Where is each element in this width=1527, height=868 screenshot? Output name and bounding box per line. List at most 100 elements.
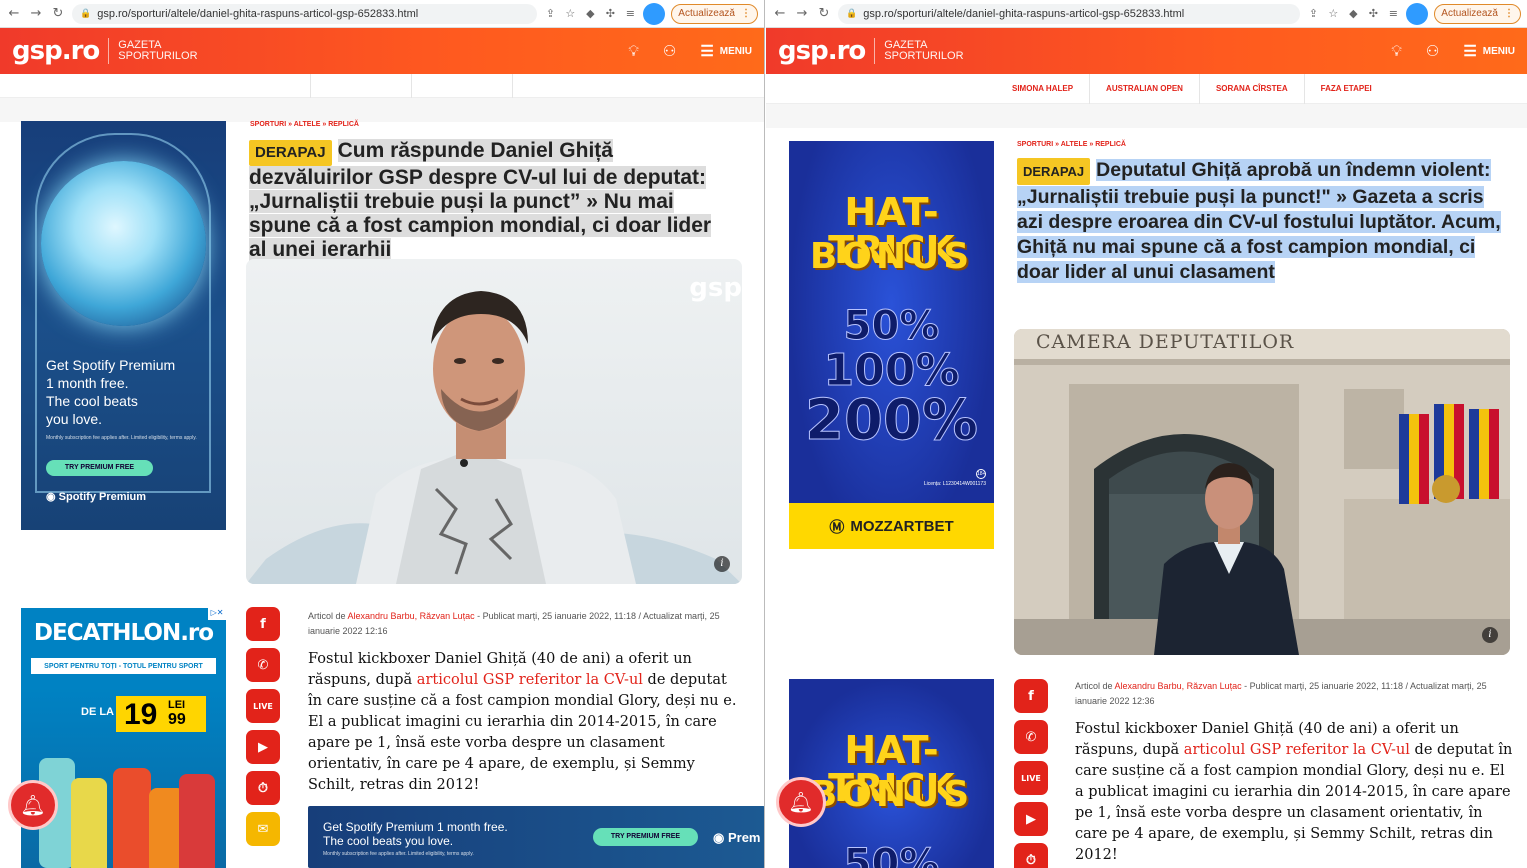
address-bar[interactable]: 🔒 gsp.ro/sporturi/altele/daniel-ghita-ra… — [72, 3, 538, 24]
subnav-item-simona-halep[interactable]: SIMONA HALEP — [996, 73, 1091, 104]
reload-icon[interactable]: ↻ — [816, 6, 832, 21]
breadcrumb-sporturi[interactable]: SPORTURI — [1017, 141, 1053, 148]
profile-avatar[interactable] — [643, 2, 666, 25]
category-tag[interactable]: DERAPAJ — [249, 140, 332, 166]
info-icon[interactable]: i — [1482, 627, 1498, 643]
user-icon[interactable]: ⚇ — [663, 42, 676, 60]
mozzartbet-ad[interactable]: HAT-TRICK BONUS 50% 100% 200% Licența: L… — [789, 141, 994, 549]
back-icon[interactable]: ← — [772, 6, 788, 21]
breadcrumb-altele[interactable]: ALTELE — [294, 121, 321, 128]
menu-button[interactable]: ☰ MENIU — [1463, 42, 1515, 60]
site-logo[interactable]: gsp.ro — [12, 36, 100, 66]
spotify-icon: ◉ — [46, 491, 59, 503]
resistance-band-red — [113, 768, 151, 868]
mozzart-m-icon: Ⓜ — [829, 518, 845, 536]
reading-list-icon[interactable]: ≡ — [623, 7, 637, 21]
url-text: gsp.ro/sporturi/altele/daniel-ghita-rasp… — [863, 7, 1185, 20]
article-meta: Articol de Alexandru Barbu, Răzvan Luțac… — [308, 611, 720, 636]
site-header: gsp.ro GAZETA SPORTURILOR 💡︎ ⚇ ☰ MENIU — [766, 28, 1527, 74]
subnav-item-sorana-cirstea[interactable]: SORANA CÎRSTEA — [1200, 73, 1305, 104]
authors-link[interactable]: Alexandru Barbu, Răzvan Luțac — [348, 611, 475, 621]
try-premium-button[interactable]: TRY PREMIUM FREE — [46, 460, 153, 476]
breadcrumb-replica[interactable]: REPLICĂ — [1095, 141, 1126, 148]
notification-bell-icon[interactable]: 🔔︎ — [8, 780, 58, 830]
extension-icon[interactable]: ◆ — [1346, 7, 1360, 21]
spotify-ad-fineprint: Monthly subscription fee applies after. … — [46, 435, 197, 441]
stopwatch-icon[interactable]: ⏱ — [1014, 843, 1048, 868]
lock-icon: 🔒 — [846, 8, 858, 19]
back-icon[interactable]: ← — [6, 6, 22, 21]
category-tag[interactable]: DERAPAJ — [1017, 158, 1091, 185]
update-button[interactable]: Actualizează ⋮ — [671, 3, 758, 24]
article-body: Fostul kickboxer Daniel Ghiță (40 de ani… — [308, 651, 737, 793]
extension-icon[interactable]: ◆ — [583, 7, 597, 21]
logo-divider — [108, 38, 110, 64]
reading-list-icon[interactable]: ≡ — [1386, 7, 1400, 21]
forward-icon[interactable]: → — [28, 6, 44, 21]
spotify-icon: ◉ — [713, 830, 728, 845]
info-icon[interactable]: i — [714, 556, 730, 572]
puzzle-icon[interactable]: ✣ — [1366, 7, 1380, 21]
article-link[interactable]: articolul GSP referitor la CV-ul — [417, 672, 643, 688]
live-icon[interactable]: LIVE — [1014, 761, 1048, 795]
gsp-watermark: gsp — [689, 273, 742, 303]
photo-parliament-building — [1014, 329, 1510, 655]
article-photo[interactable]: CAMERA DEPUTATILOR i — [1014, 329, 1510, 655]
price-from-label: DE LA — [81, 706, 114, 718]
spotify-ad[interactable]: Get Spotify Premium 1 month free. The co… — [21, 121, 226, 530]
bookmark-star-icon[interactable]: ☆ — [563, 7, 577, 21]
subnav-item-faza-etapei[interactable]: FAZA ETAPEI — [1305, 74, 1388, 104]
article-headline: DERAPAJ Deputatul Ghiță aprobă un îndemn … — [1017, 158, 1501, 285]
building-sign: CAMERA DEPUTATILOR — [1036, 331, 1295, 353]
article-link[interactable]: articolul GSP referitor la CV-ul — [1184, 742, 1410, 758]
lightbulb-icon[interactable]: 💡︎ — [1391, 43, 1402, 60]
profile-avatar[interactable] — [1406, 2, 1429, 25]
breadcrumb-replica[interactable]: REPLICĂ — [328, 121, 359, 128]
notification-bell-icon[interactable]: 🔔︎ — [776, 777, 826, 827]
site-logo[interactable]: gsp.ro — [778, 36, 866, 66]
forward-icon[interactable]: → — [794, 6, 810, 21]
share-icon[interactable]: ⇪ — [543, 7, 557, 21]
authors-link[interactable]: Alexandru Barbu, Răzvan Luțac — [1115, 681, 1242, 691]
stopwatch-icon[interactable]: ⏱ — [246, 771, 280, 805]
facebook-share-icon[interactable]: f — [1014, 679, 1048, 713]
update-button[interactable]: Actualizează ⋮ — [1434, 3, 1521, 24]
video-play-icon[interactable]: ▶ — [1014, 802, 1048, 836]
mozzartbet-ad-2[interactable]: HAT-TRICK BONUS 50% — [789, 679, 994, 868]
breadcrumb-sporturi[interactable]: SPORTURI — [250, 121, 286, 128]
breadcrumb: SPORTURI » ALTELE » REPLICĂ — [250, 121, 359, 128]
video-play-icon[interactable]: ▶ — [246, 730, 280, 764]
site-tagline: GAZETA SPORTURILOR — [884, 39, 964, 62]
breadcrumb-altele[interactable]: ALTELE — [1061, 141, 1088, 148]
mozz-title-line2: BONUS — [809, 236, 974, 277]
whatsapp-share-icon[interactable]: ✆ — [1014, 720, 1048, 754]
subnav-item-australian-open[interactable]: AUSTRALIAN OPEN — [1090, 73, 1200, 104]
social-share-bar: f ✆ LIVE ▶ ⏱ — [1014, 679, 1048, 868]
decathlon-logo: DECATHLON.ro — [33, 620, 214, 646]
wide-try-premium-button[interactable]: TRY PREMIUM FREE — [593, 828, 698, 846]
mozz-percent-200: 200% — [804, 388, 978, 453]
puzzle-icon[interactable]: ✣ — [603, 7, 617, 21]
hamburger-icon: ☰ — [700, 43, 714, 60]
mozz-percent-100: 100% — [823, 345, 960, 396]
breadcrumb: SPORTURI » ALTELE » REPLICĂ — [1017, 141, 1126, 148]
address-bar[interactable]: 🔒 gsp.ro/sporturi/altele/daniel-ghita-ra… — [838, 3, 1301, 24]
comments-icon[interactable]: ✉ — [246, 812, 280, 846]
site-tagline: GAZETA SPORTURILOR — [118, 39, 198, 62]
share-icon[interactable]: ⇪ — [1306, 7, 1320, 21]
whatsapp-share-icon[interactable]: ✆ — [246, 648, 280, 682]
menu-button[interactable]: ☰ MENIU — [700, 42, 752, 60]
user-icon[interactable]: ⚇ — [1426, 42, 1439, 60]
bookmark-star-icon[interactable]: ☆ — [1326, 7, 1340, 21]
subnav: SIMONA HALEP AUSTRALIAN OPEN SORANA CÎRS… — [766, 73, 1527, 104]
reload-icon[interactable]: ↻ — [50, 6, 66, 21]
decathlon-ad[interactable]: DECATHLON.ro SPORT PENTRU TOȚI - TOTUL P… — [21, 608, 226, 868]
age-badge: 18+ — [976, 469, 986, 479]
facebook-share-icon[interactable]: f — [246, 607, 280, 641]
lightbulb-icon[interactable]: 💡︎ — [628, 43, 639, 60]
adchoices-icon[interactable]: ▷✕ — [208, 608, 226, 620]
wide-ad-text: Get Spotify Premium 1 month free. The co… — [323, 820, 508, 848]
live-icon[interactable]: LIVE — [246, 689, 280, 723]
spotify-wide-ad[interactable]: Get Spotify Premium 1 month free. The co… — [308, 806, 764, 868]
article-photo[interactable]: gsp i — [246, 259, 742, 584]
